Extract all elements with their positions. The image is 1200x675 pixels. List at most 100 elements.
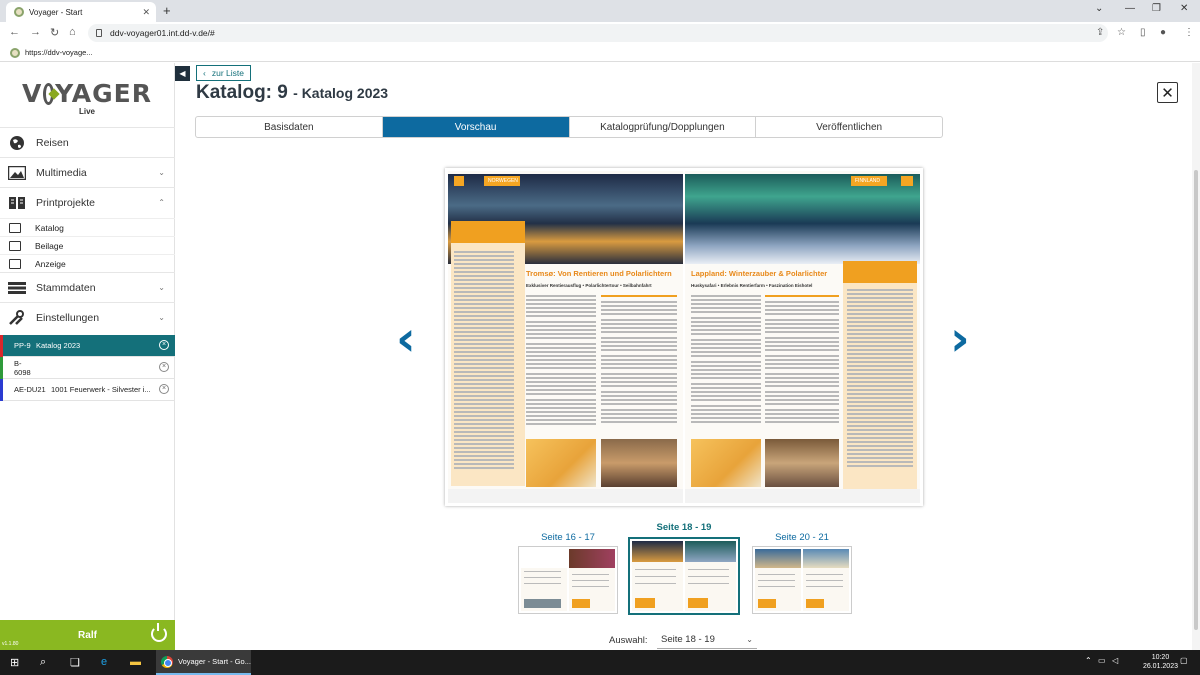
sidebar-subitem-anzeige[interactable]: Anzeige: [0, 254, 175, 272]
version-label: v1.1.80: [2, 641, 19, 647]
next-spread-icon[interactable]: ›: [950, 315, 970, 363]
country-label-left: NORWEGEN: [484, 176, 520, 186]
item-code: AE-DU21: [14, 385, 46, 394]
sidebar-subitem-label: Katalog: [35, 222, 64, 233]
task-view-icon[interactable]: ❏: [70, 656, 80, 669]
close-item-icon[interactable]: ×: [159, 340, 169, 350]
open-item-ae-du21[interactable]: AE-DU21 1001 Feuerwerk - Silvester i... …: [0, 379, 175, 401]
thumb-label-18-19: Seite 18 - 19: [656, 522, 712, 533]
logo-subtitle: Live: [78, 107, 95, 116]
interior-photo-right: [765, 439, 839, 487]
bookmark-link[interactable]: https://ddv-voyage...: [25, 48, 93, 57]
view-tabs: Basisdaten Vorschau Katalogprüfung/Doppl…: [195, 116, 943, 138]
collapse-sidebar-button[interactable]: ◀: [175, 66, 190, 81]
chevron-down-icon: ⌄: [158, 283, 165, 292]
edge-icon[interactable]: e: [101, 656, 107, 668]
back-to-list-button[interactable]: ‹ zur Liste: [196, 65, 251, 81]
browser-tab[interactable]: Voyager - Start ✕: [6, 2, 156, 22]
browser-menu-icon[interactable]: ⋮: [1184, 27, 1194, 38]
system-clock[interactable]: 10:20 26.01.2023: [1143, 653, 1178, 671]
new-tab-icon[interactable]: +: [163, 3, 171, 18]
back-icon[interactable]: ←: [9, 26, 20, 38]
thumbnail-16-17[interactable]: [518, 546, 618, 614]
page-title: Katalog: 9 - Katalog 2023: [196, 82, 388, 104]
sidebar-item-label: Multimedia: [36, 166, 87, 179]
window-close-icon[interactable]: ✕: [1180, 3, 1188, 14]
tab-basisdaten[interactable]: Basisdaten: [196, 117, 383, 137]
chevron-left-icon: ‹: [203, 68, 206, 78]
page-footer-left: [448, 489, 683, 503]
address-bar-row: ← → ↻ ⌂ ddv-voyager01.int.dd-v.de/#: [0, 22, 1200, 44]
tab-search-icon[interactable]: ⌄: [1095, 3, 1103, 14]
sidebar-subitem-katalog[interactable]: Katalog: [0, 218, 175, 236]
taskbar-chrome-app[interactable]: Voyager - Start - Go...: [156, 650, 251, 675]
browser-tabstrip: Voyager - Start ✕ + ⌄ — ❐ ✕: [0, 0, 1200, 22]
sidebar: V YAGER Live Reisen Multimedia ⌄ Printpro…: [0, 63, 175, 650]
explorer-icon[interactable]: ▬: [130, 656, 141, 668]
close-item-icon[interactable]: ×: [159, 384, 169, 394]
item-code: B-6098: [14, 358, 31, 377]
sidebar-item-printprojekte[interactable]: Printprojekte ⌃: [0, 187, 175, 217]
reload-icon[interactable]: ↻: [50, 26, 59, 39]
chevron-down-icon: ⌄: [746, 635, 753, 644]
close-view-button[interactable]: ✕: [1157, 82, 1178, 103]
forward-icon[interactable]: →: [30, 26, 41, 38]
profile-icon[interactable]: ●: [1160, 27, 1166, 38]
thumbnail-18-19[interactable]: [628, 537, 740, 615]
bookmark-favicon-icon: [10, 47, 20, 58]
lock-icon: [96, 29, 102, 37]
power-icon[interactable]: [151, 623, 167, 642]
restore-icon[interactable]: ❐: [1152, 3, 1161, 14]
page-number-badge: [901, 176, 913, 186]
url-text: ddv-voyager01.int.dd-v.de/#: [110, 28, 215, 38]
bookmarks-bar: https://ddv-voyage...: [0, 44, 1200, 62]
home-icon[interactable]: ⌂: [69, 26, 76, 38]
voyager-logo[interactable]: V YAGER Live: [22, 79, 152, 116]
tab-vorschau[interactable]: Vorschau: [382, 117, 570, 137]
chrome-icon: [161, 655, 173, 668]
windows-start-icon[interactable]: ⊞: [10, 656, 19, 669]
aurora-igloo-photo: [685, 174, 920, 264]
taskbar-search-icon[interactable]: ⌕: [40, 656, 46, 669]
page-footer-right: [685, 489, 920, 503]
sidebar-subitem-label: Anzeige: [35, 258, 66, 269]
page-scrollbar-thumb[interactable]: [1194, 170, 1198, 630]
tray-chevron-icon[interactable]: ⌃: [1085, 656, 1092, 665]
sidebar-item-reisen[interactable]: Reisen: [0, 127, 175, 157]
catalog-spread-preview: NORWEGEN Tromsø: Von Rentieren und Polar…: [445, 168, 923, 506]
sidebar-item-stammdaten[interactable]: Stammdaten ⌄: [0, 272, 175, 302]
bookmark-star-icon[interactable]: ☆: [1117, 27, 1126, 38]
share-icon[interactable]: ⇪: [1096, 27, 1104, 38]
interior-photo-left: [601, 439, 677, 487]
chevron-up-icon: ⌃: [158, 198, 165, 207]
volume-icon[interactable]: ◁: [1112, 656, 1118, 665]
tab-veroeffentlichen[interactable]: Veröffentlichen: [756, 117, 942, 137]
catalog-icon: [9, 222, 21, 233]
close-item-icon[interactable]: ×: [159, 362, 169, 372]
sidepanel-icon[interactable]: ▯: [1140, 27, 1146, 38]
tab-close-icon[interactable]: ✕: [142, 7, 150, 18]
map-image-lappland: [691, 439, 761, 487]
user-name: Ralf: [78, 629, 97, 641]
catalog-page-left: NORWEGEN Tromsø: Von Rentieren und Polar…: [448, 171, 683, 503]
thumbnail-20-21[interactable]: [752, 546, 852, 614]
previous-spread-icon[interactable]: ‹: [396, 315, 416, 363]
notification-icon[interactable]: ▢: [1180, 656, 1188, 665]
sidebar-item-label: Einstellungen: [36, 311, 100, 324]
page-select[interactable]: Seite 18 - 19 ⌄: [657, 631, 757, 649]
compass-logo-icon: [43, 82, 55, 105]
chevron-down-icon: ⌄: [158, 313, 165, 322]
sidebar-item-einstellungen[interactable]: Einstellungen ⌄: [0, 302, 175, 332]
open-item-pp-9[interactable]: PP-9 Katalog 2023 ×: [0, 335, 175, 357]
url-field[interactable]: ddv-voyager01.int.dd-v.de/#: [88, 24, 1108, 42]
insert-icon: [9, 240, 21, 251]
open-item-b-6098[interactable]: B-6098 ×: [0, 357, 175, 379]
sidebar-item-multimedia[interactable]: Multimedia ⌄: [0, 157, 175, 187]
back-label: zur Liste: [211, 68, 244, 78]
clock-time: 10:20: [1151, 654, 1170, 661]
tools-icon: [8, 309, 26, 326]
sidebar-subitem-beilage[interactable]: Beilage: [0, 236, 175, 254]
network-icon[interactable]: ▭: [1098, 656, 1106, 665]
tab-katalogpruefung[interactable]: Katalogprüfung/Dopplungen: [570, 117, 757, 137]
minimize-icon[interactable]: —: [1125, 3, 1135, 14]
